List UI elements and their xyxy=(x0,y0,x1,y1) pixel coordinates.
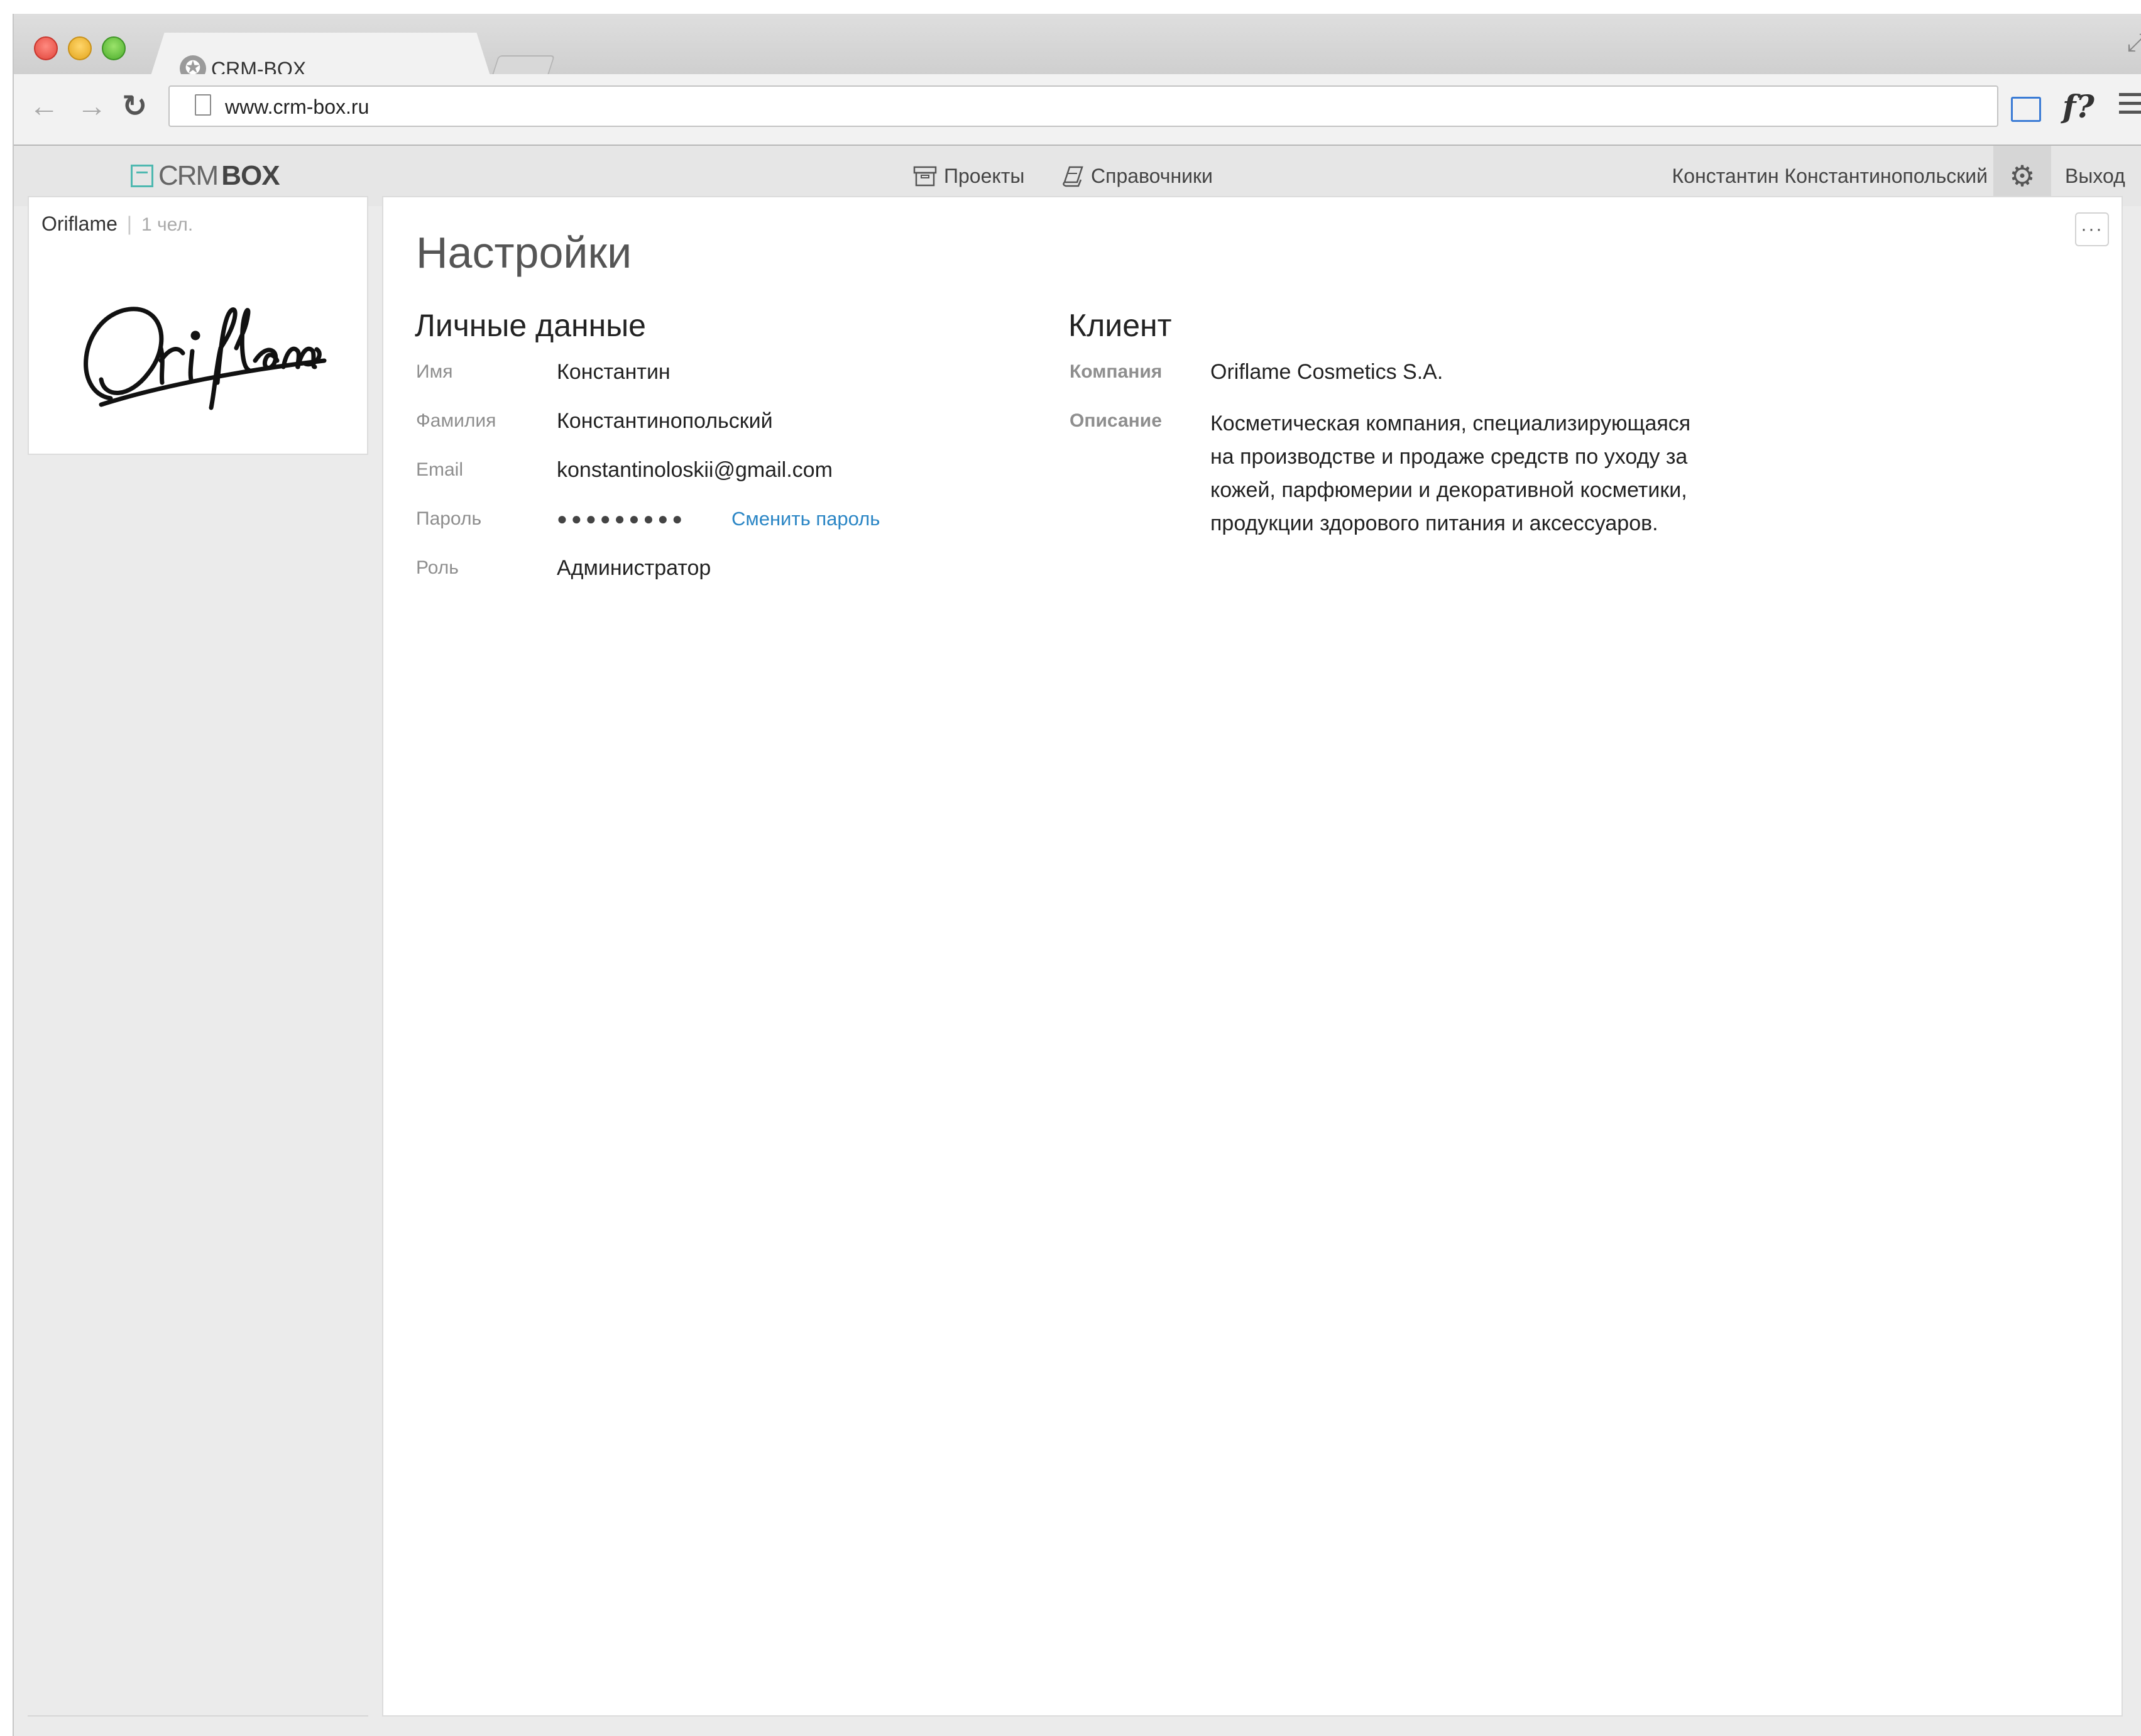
company-value: Oriflame Cosmetics S.A. xyxy=(1210,360,1443,384)
screen-capture-extension-icon[interactable] xyxy=(2011,97,2041,122)
ellipsis-icon: ··· xyxy=(2081,219,2103,239)
forward-arrow-icon[interactable]: → xyxy=(77,88,107,126)
browser-toolbar: ← → ↻ www.crm-box.ru f? xyxy=(14,74,2141,146)
nav-references-label: Справочники xyxy=(1091,164,1213,187)
settings-panel: ··· Настройки Личные данные Имя Констант… xyxy=(382,196,2123,1717)
book-icon xyxy=(1063,166,1083,187)
password-masked-value: ●●●●●●●●● xyxy=(557,509,687,528)
minimize-window-button[interactable] xyxy=(68,36,92,60)
reload-icon[interactable]: ↻ xyxy=(122,88,147,126)
page-document-icon xyxy=(195,94,211,116)
company-label: Компания xyxy=(1070,361,1163,382)
description-value: Косметическая компания, специализирующая… xyxy=(1210,412,1691,535)
oriflame-logo xyxy=(84,307,327,410)
box-logo-icon xyxy=(131,165,153,187)
url-text[interactable]: www.crm-box.ru xyxy=(225,93,369,121)
client-card[interactable]: Oriflame | 1 чел. xyxy=(28,196,368,455)
client-heading: Клиент xyxy=(1068,308,1172,343)
member-count: 1 чел. xyxy=(141,214,194,235)
browser-window: ✪ CRM-BOX ⤢ ← → ↻ www.crm-box.ru f? CRM … xyxy=(13,14,2141,1736)
tab-strip: ✪ CRM-BOX ⤢ xyxy=(14,14,2141,83)
email-value: konstantinoloskii@gmail.com xyxy=(557,458,833,482)
more-options-button[interactable]: ··· xyxy=(2075,212,2109,246)
personal-data-heading: Личные данные xyxy=(415,308,646,343)
nav-references[interactable]: Справочники xyxy=(1060,160,1213,192)
close-window-button[interactable] xyxy=(34,36,58,60)
address-bar[interactable]: www.crm-box.ru xyxy=(168,85,1998,127)
description-label: Описание xyxy=(1070,410,1162,431)
font-extension-icon[interactable]: f? xyxy=(2062,88,2094,125)
fullscreen-icon[interactable]: ⤢ xyxy=(2127,29,2141,57)
back-arrow-icon[interactable]: ← xyxy=(29,88,59,126)
current-user-name[interactable]: Константин Константинопольский xyxy=(1672,160,1988,192)
first-name-value: Константин xyxy=(557,360,671,384)
role-label: Роль xyxy=(416,557,459,578)
nav-projects-label: Проекты xyxy=(944,164,1025,187)
browser-menu-icon[interactable] xyxy=(2119,93,2141,119)
separator: | xyxy=(126,212,133,235)
sidebar-divider xyxy=(28,1715,368,1717)
gear-icon: ⚙ xyxy=(2009,160,2035,192)
last-name-label: Фамилия xyxy=(416,410,496,431)
client-name: Oriflame xyxy=(41,212,118,235)
logout-link[interactable]: Выход xyxy=(2065,160,2125,192)
email-label: Email xyxy=(416,459,464,480)
first-name-label: Имя xyxy=(416,361,453,382)
page-title: Настройки xyxy=(416,228,632,277)
client-card-header: Oriflame | 1 чел. xyxy=(41,211,193,237)
password-label: Пароль xyxy=(416,508,482,529)
archive-box-icon xyxy=(913,166,937,187)
logo-text-box: BOX xyxy=(221,160,280,191)
logo-text-crm: CRM xyxy=(158,160,219,191)
zoom-window-button[interactable] xyxy=(102,36,126,60)
last-name-value: Константинопольский xyxy=(557,409,773,433)
crm-box-logo[interactable]: CRM BOX xyxy=(131,158,280,194)
role-value: Администратор xyxy=(557,556,711,580)
change-password-link[interactable]: Сменить пароль xyxy=(731,505,880,533)
nav-projects[interactable]: Проекты xyxy=(912,160,1024,192)
